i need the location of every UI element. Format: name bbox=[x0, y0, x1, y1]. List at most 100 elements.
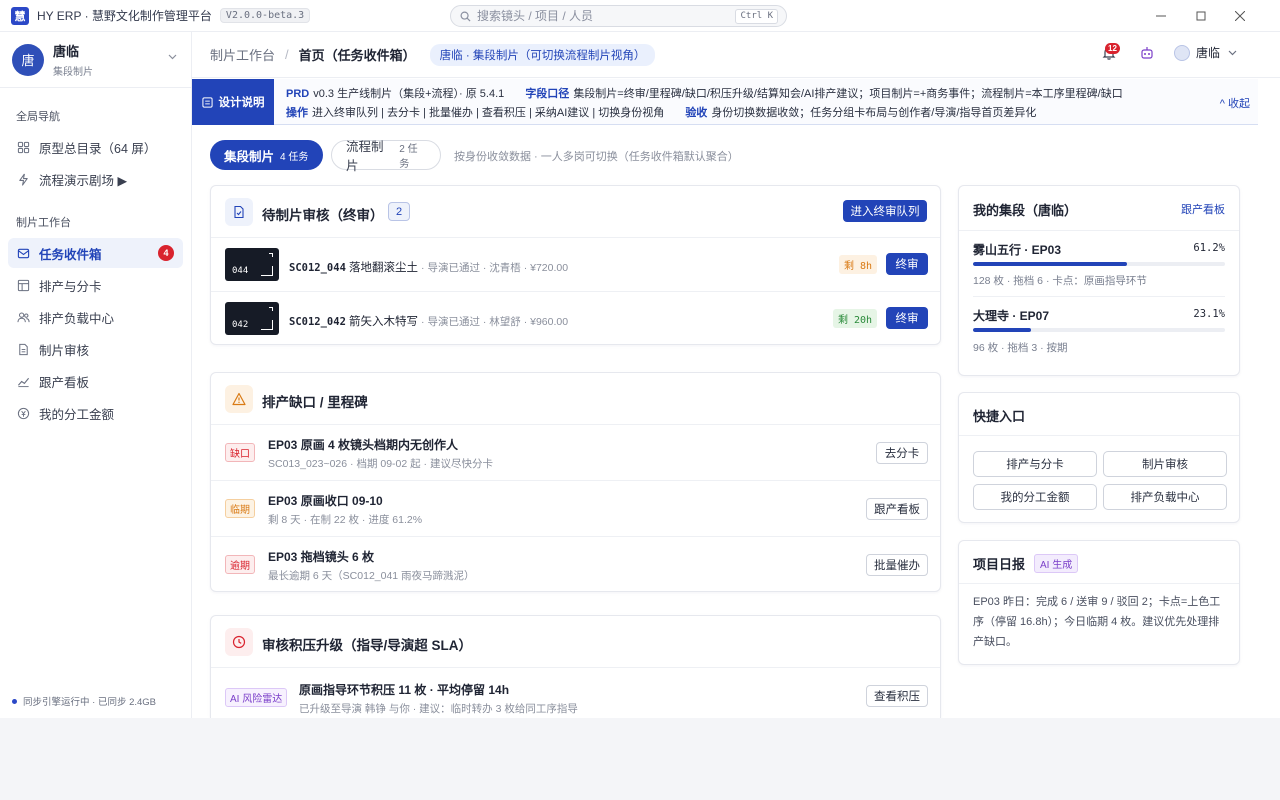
enter-final-review-button[interactable]: 进入终审队列 bbox=[843, 200, 927, 222]
card-icon-wrap bbox=[225, 385, 253, 413]
gap-subtitle: 剩 8 天 · 在制 22 枚 · 进度 61.2% bbox=[268, 514, 423, 526]
view-backlog-button[interactable]: 查看积压 bbox=[866, 685, 928, 707]
prd-label: PRD bbox=[286, 88, 310, 100]
clock-icon bbox=[232, 635, 246, 649]
filter-hint: 按身份收敛数据 · 一人多岗可切换（任务收件箱默认聚合） bbox=[454, 151, 739, 163]
sidebar-item-label: 任务收件箱 bbox=[39, 247, 102, 262]
assign-card-button[interactable]: 去分卡 bbox=[876, 442, 928, 464]
card-header: 排产缺口 / 里程碑 bbox=[211, 373, 940, 425]
card-header: 审核积压升级（指导/导演超 SLA） bbox=[211, 616, 940, 668]
quick-entry-card: 快捷入口 排产与分卡 制片审核 我的分工金额 排产负载中心 bbox=[958, 392, 1240, 523]
prd-text: v0.3 生产线制片（集段+流程）· 原 5.4.1 bbox=[313, 88, 505, 100]
sidebar-item-label: 排产与分卡 bbox=[39, 279, 102, 294]
sidebar-item-inbox[interactable]: 任务收件箱 4 bbox=[8, 238, 183, 268]
daily-report-text: EP03 昨日：完成 6 / 送审 9 / 驳回 2；卡点=上色工序（停留 16… bbox=[973, 596, 1221, 648]
field-label: 字段口径 bbox=[525, 88, 570, 100]
sidebar-item-label: 原型总目录（64 屏） bbox=[39, 141, 157, 156]
notification-badge: 12 bbox=[1105, 43, 1120, 54]
warning-icon bbox=[232, 392, 246, 406]
sidebar-item-review[interactable]: 制片审核 bbox=[8, 334, 183, 364]
tracking-board-button[interactable]: 跟产看板 bbox=[866, 498, 928, 520]
gap-row: 缺口 EP03 原画 4 枚镜头档期内无创作人 SC013_023~026 · … bbox=[211, 425, 940, 481]
card-icon-wrap bbox=[225, 628, 253, 656]
design-note-tab[interactable]: 设计说明 bbox=[192, 79, 274, 125]
backlog-title: 原画指导环节积压 11 枚 · 平均停留 14h bbox=[299, 683, 510, 697]
close-icon bbox=[1235, 11, 1245, 21]
card-title: 排产缺口 / 里程碑 bbox=[262, 395, 368, 410]
quick-review-button[interactable]: 制片审核 bbox=[1103, 451, 1227, 477]
final-review-button[interactable]: 终审 bbox=[886, 253, 928, 275]
sidebar-item-load-center[interactable]: 排产负载中心 bbox=[8, 302, 183, 332]
batch-remind-button[interactable]: 批量催办 bbox=[866, 554, 928, 576]
breadcrumb-root[interactable]: 制片工作台 bbox=[210, 45, 275, 64]
quick-load-center-button[interactable]: 排产负载中心 bbox=[1103, 484, 1227, 510]
field-text: 集段制片=终审/里程碑/缺口/积压升级/结算知会/AI排产建议；项目制片=+商务… bbox=[573, 88, 1123, 100]
title-bar: 慧 HY ERP · 慧野文化制作管理平台 V2.0.0-beta.3 Ctrl… bbox=[0, 0, 1280, 32]
nav-section-workspace: 制片工作台 bbox=[16, 217, 71, 229]
sync-status: 同步引擎运行中 · 已同步 2.4GB bbox=[12, 694, 156, 708]
design-note-line-1: PRD v0.3 生产线制片（集段+流程）· 原 5.4.1 字段口径 集段制片=终… bbox=[286, 85, 1123, 101]
remaining-time-badge: 剩 20h bbox=[833, 309, 878, 328]
shot-name: 落地翻滚尘土 bbox=[348, 262, 418, 274]
collapse-button[interactable]: ^ 收起 bbox=[1220, 95, 1250, 111]
layout-icon bbox=[17, 279, 30, 291]
breadcrumb-separator: / bbox=[285, 47, 289, 62]
sidebar-item-prototype-index[interactable]: 原型总目录（64 屏） bbox=[8, 132, 183, 162]
shot-code: SC012_042 bbox=[289, 316, 346, 328]
accept-text: 身份切换数据收敛；任务分组卡布局与创作者/导演/指导首页差异化 bbox=[711, 107, 1037, 119]
minimize-icon bbox=[1156, 15, 1166, 17]
episode-progress-fill bbox=[973, 328, 1032, 332]
header-avatar bbox=[1174, 44, 1190, 61]
note-icon bbox=[201, 96, 213, 108]
sidebar-item-scheduling[interactable]: 排产与分卡 bbox=[8, 270, 183, 300]
review-row-text: SC012_044 落地翻滚尘土 · 导演已通过 · 沈青梧 · ¥720.00 bbox=[289, 259, 568, 275]
daily-report-card: 项目日报 AI 生成 EP03 昨日：完成 6 / 送审 9 / 驳回 2；卡点… bbox=[958, 540, 1240, 665]
search-icon bbox=[460, 11, 471, 22]
review-row[interactable]: 044 SC012_044 落地翻滚尘土 · 导演已通过 · 沈青梧 · ¥72… bbox=[211, 238, 940, 292]
robot-icon[interactable] bbox=[1139, 45, 1155, 61]
coin-icon bbox=[17, 407, 30, 419]
close-window-button[interactable] bbox=[1217, 0, 1263, 32]
bolt-icon bbox=[19, 173, 28, 186]
sidebar: 唐 唐临 集段制片 全局导航 原型总目录（64 屏） 流程演示剧场 ▶ 制片工作… bbox=[0, 32, 192, 718]
chip-label: 流程制片 bbox=[346, 140, 384, 173]
chevron-down-icon bbox=[168, 54, 177, 60]
maximize-icon bbox=[1196, 11, 1206, 21]
sidebar-item-tracking-board[interactable]: 跟产看板 bbox=[8, 366, 183, 396]
sidebar-item-flow-demo[interactable]: 流程演示剧场 ▶ bbox=[8, 164, 183, 194]
gap-row: 逾期 EP03 拖档镜头 6 枚 最长逾期 6 天（SC012_041 雨夜马蹄… bbox=[211, 537, 940, 593]
design-note-line-2: 操作 进入终审队列 | 去分卡 | 批量催办 | 查看积压 | 采纳AI建议 | … bbox=[286, 104, 1036, 120]
filter-chip-process-producer[interactable]: 流程制片 2 任务 bbox=[331, 140, 441, 173]
card-count-badge: 2 bbox=[388, 202, 410, 221]
search-input[interactable] bbox=[477, 9, 727, 23]
episode-percent: 23.1% bbox=[1193, 308, 1225, 320]
ops-text: 进入终审队列 | 去分卡 | 批量催办 | 查看积压 | 采纳AI建议 | 切换… bbox=[312, 107, 665, 119]
avatar: 唐 bbox=[12, 43, 44, 76]
sidebar-item-my-amount[interactable]: 我的分工金额 bbox=[8, 398, 183, 428]
final-review-button[interactable]: 终审 bbox=[886, 307, 928, 329]
thumbnail-frame-mark bbox=[269, 307, 273, 311]
quick-scheduling-button[interactable]: 排产与分卡 bbox=[973, 451, 1097, 477]
shot-thumbnail[interactable]: 042 bbox=[225, 302, 279, 335]
app-title: HY ERP · 慧野文化制作管理平台 bbox=[37, 9, 212, 23]
global-search[interactable]: Ctrl K bbox=[450, 5, 787, 27]
episode-progress-fill bbox=[973, 262, 1128, 266]
user-switcher[interactable]: 唐 唐临 集段制片 bbox=[0, 32, 191, 88]
ops-label: 操作 bbox=[286, 107, 308, 119]
role-switch-pill[interactable]: 唐临 · 集段制片（可切换流程制片视角） bbox=[429, 43, 656, 66]
gap-subtitle: 最长逾期 6 天（SC012_041 雨夜马蹄溅泥） bbox=[268, 570, 475, 582]
header-username: 唐临 bbox=[1196, 46, 1221, 60]
tracking-board-link[interactable]: 跟产看板 bbox=[1181, 201, 1225, 217]
pending-review-card: 待制片审核（终审） 2 进入终审队列 044 SC012_044 落地翻滚尘土 … bbox=[210, 185, 941, 345]
trend-icon bbox=[17, 377, 30, 387]
review-row[interactable]: 042 SC012_042 箭矢入木特写 · 导演已通过 · 林望舒 · ¥96… bbox=[211, 292, 940, 346]
status-tag: 缺口 bbox=[225, 443, 255, 462]
quick-my-amount-button[interactable]: 我的分工金额 bbox=[973, 484, 1097, 510]
shot-thumbnail[interactable]: 044 bbox=[225, 248, 279, 281]
sidebar-item-label: 我的分工金额 bbox=[39, 407, 115, 422]
breadcrumb-current: 首页（任务收件箱） bbox=[298, 48, 416, 63]
filter-chip-episode-producer[interactable]: 集段制片 4 任务 bbox=[210, 140, 323, 170]
thumbnail-frame-mark bbox=[261, 266, 273, 276]
card-title: 审核积压升级（指导/导演超 SLA） bbox=[262, 638, 473, 653]
header-user-menu[interactable]: 唐临 bbox=[1174, 44, 1237, 61]
